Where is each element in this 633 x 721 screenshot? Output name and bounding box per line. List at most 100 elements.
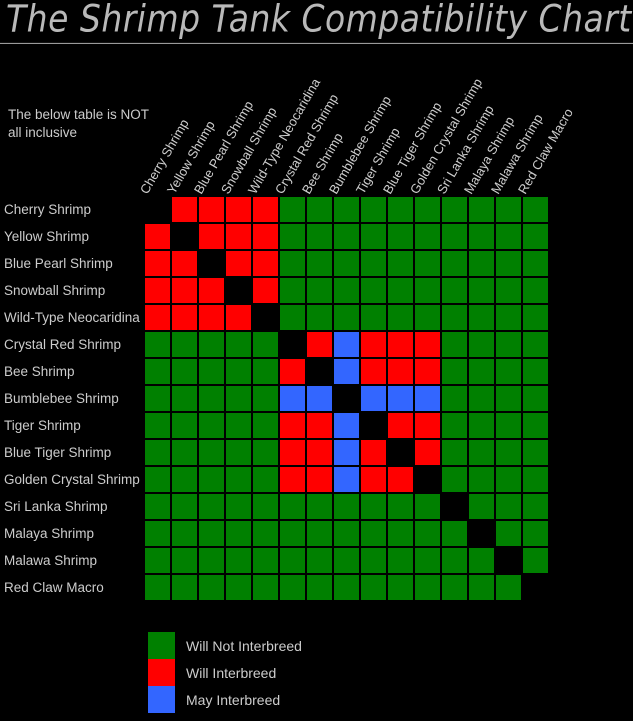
legend: Will Not Interbreed Will Interbreed May In… [148,632,448,713]
matrix-cell [306,412,333,439]
matrix-cell [279,223,306,250]
matrix-cell [144,250,171,277]
legend-label-blue: May Interbreed [186,692,281,708]
matrix-cell [252,304,279,331]
matrix-cell [252,493,279,520]
matrix-cell [360,412,387,439]
matrix-cell [279,385,306,412]
matrix-cell [252,520,279,547]
matrix-cell [387,520,414,547]
matrix-cell [252,439,279,466]
row-header-11: Golden Crystal Shrimp [4,472,140,487]
matrix-cell [171,466,198,493]
matrix-cell [495,439,522,466]
matrix-cell [225,250,252,277]
matrix-cell [522,520,549,547]
matrix-cell [360,493,387,520]
matrix-cell [225,223,252,250]
matrix-cell [522,547,549,574]
matrix-cell [387,574,414,601]
matrix-cell [144,439,171,466]
matrix-cell [495,574,522,601]
matrix-cell [144,412,171,439]
matrix-cell [387,304,414,331]
matrix-cell [522,304,549,331]
matrix-cell [333,493,360,520]
legend-swatch-red [148,659,175,686]
legend-label-green: Will Not Interbreed [186,638,302,654]
matrix-cell [279,412,306,439]
matrix-cell [144,547,171,574]
matrix-cell [144,385,171,412]
matrix-cell [252,331,279,358]
matrix-cell [441,520,468,547]
matrix-cell [387,493,414,520]
matrix-cell [468,439,495,466]
matrix-cell [279,520,306,547]
matrix-cell [360,385,387,412]
matrix-cell [225,331,252,358]
matrix-cell [441,493,468,520]
matrix-cell [144,358,171,385]
matrix-cell [333,277,360,304]
matrix-cell [171,547,198,574]
matrix-cell [171,493,198,520]
matrix-cell [171,223,198,250]
matrix-cell [144,520,171,547]
matrix-cell [144,277,171,304]
matrix-cell [306,331,333,358]
matrix-cell [171,196,198,223]
matrix-cell [252,466,279,493]
matrix-cell [333,331,360,358]
matrix-cell [225,385,252,412]
matrix-cell [333,250,360,277]
matrix-cell [522,574,549,601]
matrix-cell [225,574,252,601]
matrix-cell [414,385,441,412]
matrix-cell [225,196,252,223]
matrix-cell [279,466,306,493]
matrix-cell [414,574,441,601]
matrix-cell [522,331,549,358]
row-header-10: Blue Tiger Shrimp [4,445,112,460]
matrix-cell [144,331,171,358]
matrix-cell [414,466,441,493]
legend-item-green: Will Not Interbreed [148,632,448,659]
matrix-cell [198,250,225,277]
matrix-cell [333,358,360,385]
matrix-cell [252,223,279,250]
matrix-cell [387,250,414,277]
matrix-cell [468,358,495,385]
matrix-cell [522,250,549,277]
row-header-6: Crystal Red Shrimp [4,337,122,352]
matrix-cell [225,277,252,304]
legend-item-red: Will Interbreed [148,659,448,686]
column-header-group: Cherry Shrimp Yellow Shrimp Blue Pearl Shr… [0,0,633,197]
matrix-cell [279,439,306,466]
matrix-cell [306,439,333,466]
row-header-14: Malawa Shrimp [4,553,98,568]
matrix-cell [225,493,252,520]
matrix-cell [252,277,279,304]
matrix-cell [441,196,468,223]
matrix-cell [198,358,225,385]
matrix-cell [387,331,414,358]
matrix-cell [387,385,414,412]
matrix-cell [279,277,306,304]
matrix-cell [171,385,198,412]
legend-label-red: Will Interbreed [186,665,277,681]
matrix-cell [414,439,441,466]
matrix-cell [495,520,522,547]
matrix-cell [468,520,495,547]
matrix-cell [198,493,225,520]
matrix-cell [387,547,414,574]
matrix-cell [225,412,252,439]
matrix-cell [198,277,225,304]
matrix-cell [360,277,387,304]
matrix-cell [522,385,549,412]
matrix-cell [333,547,360,574]
matrix-cell [198,223,225,250]
matrix-cell [387,466,414,493]
matrix-cell [360,439,387,466]
row-header-8: Bumblebee Shrimp [4,391,119,406]
